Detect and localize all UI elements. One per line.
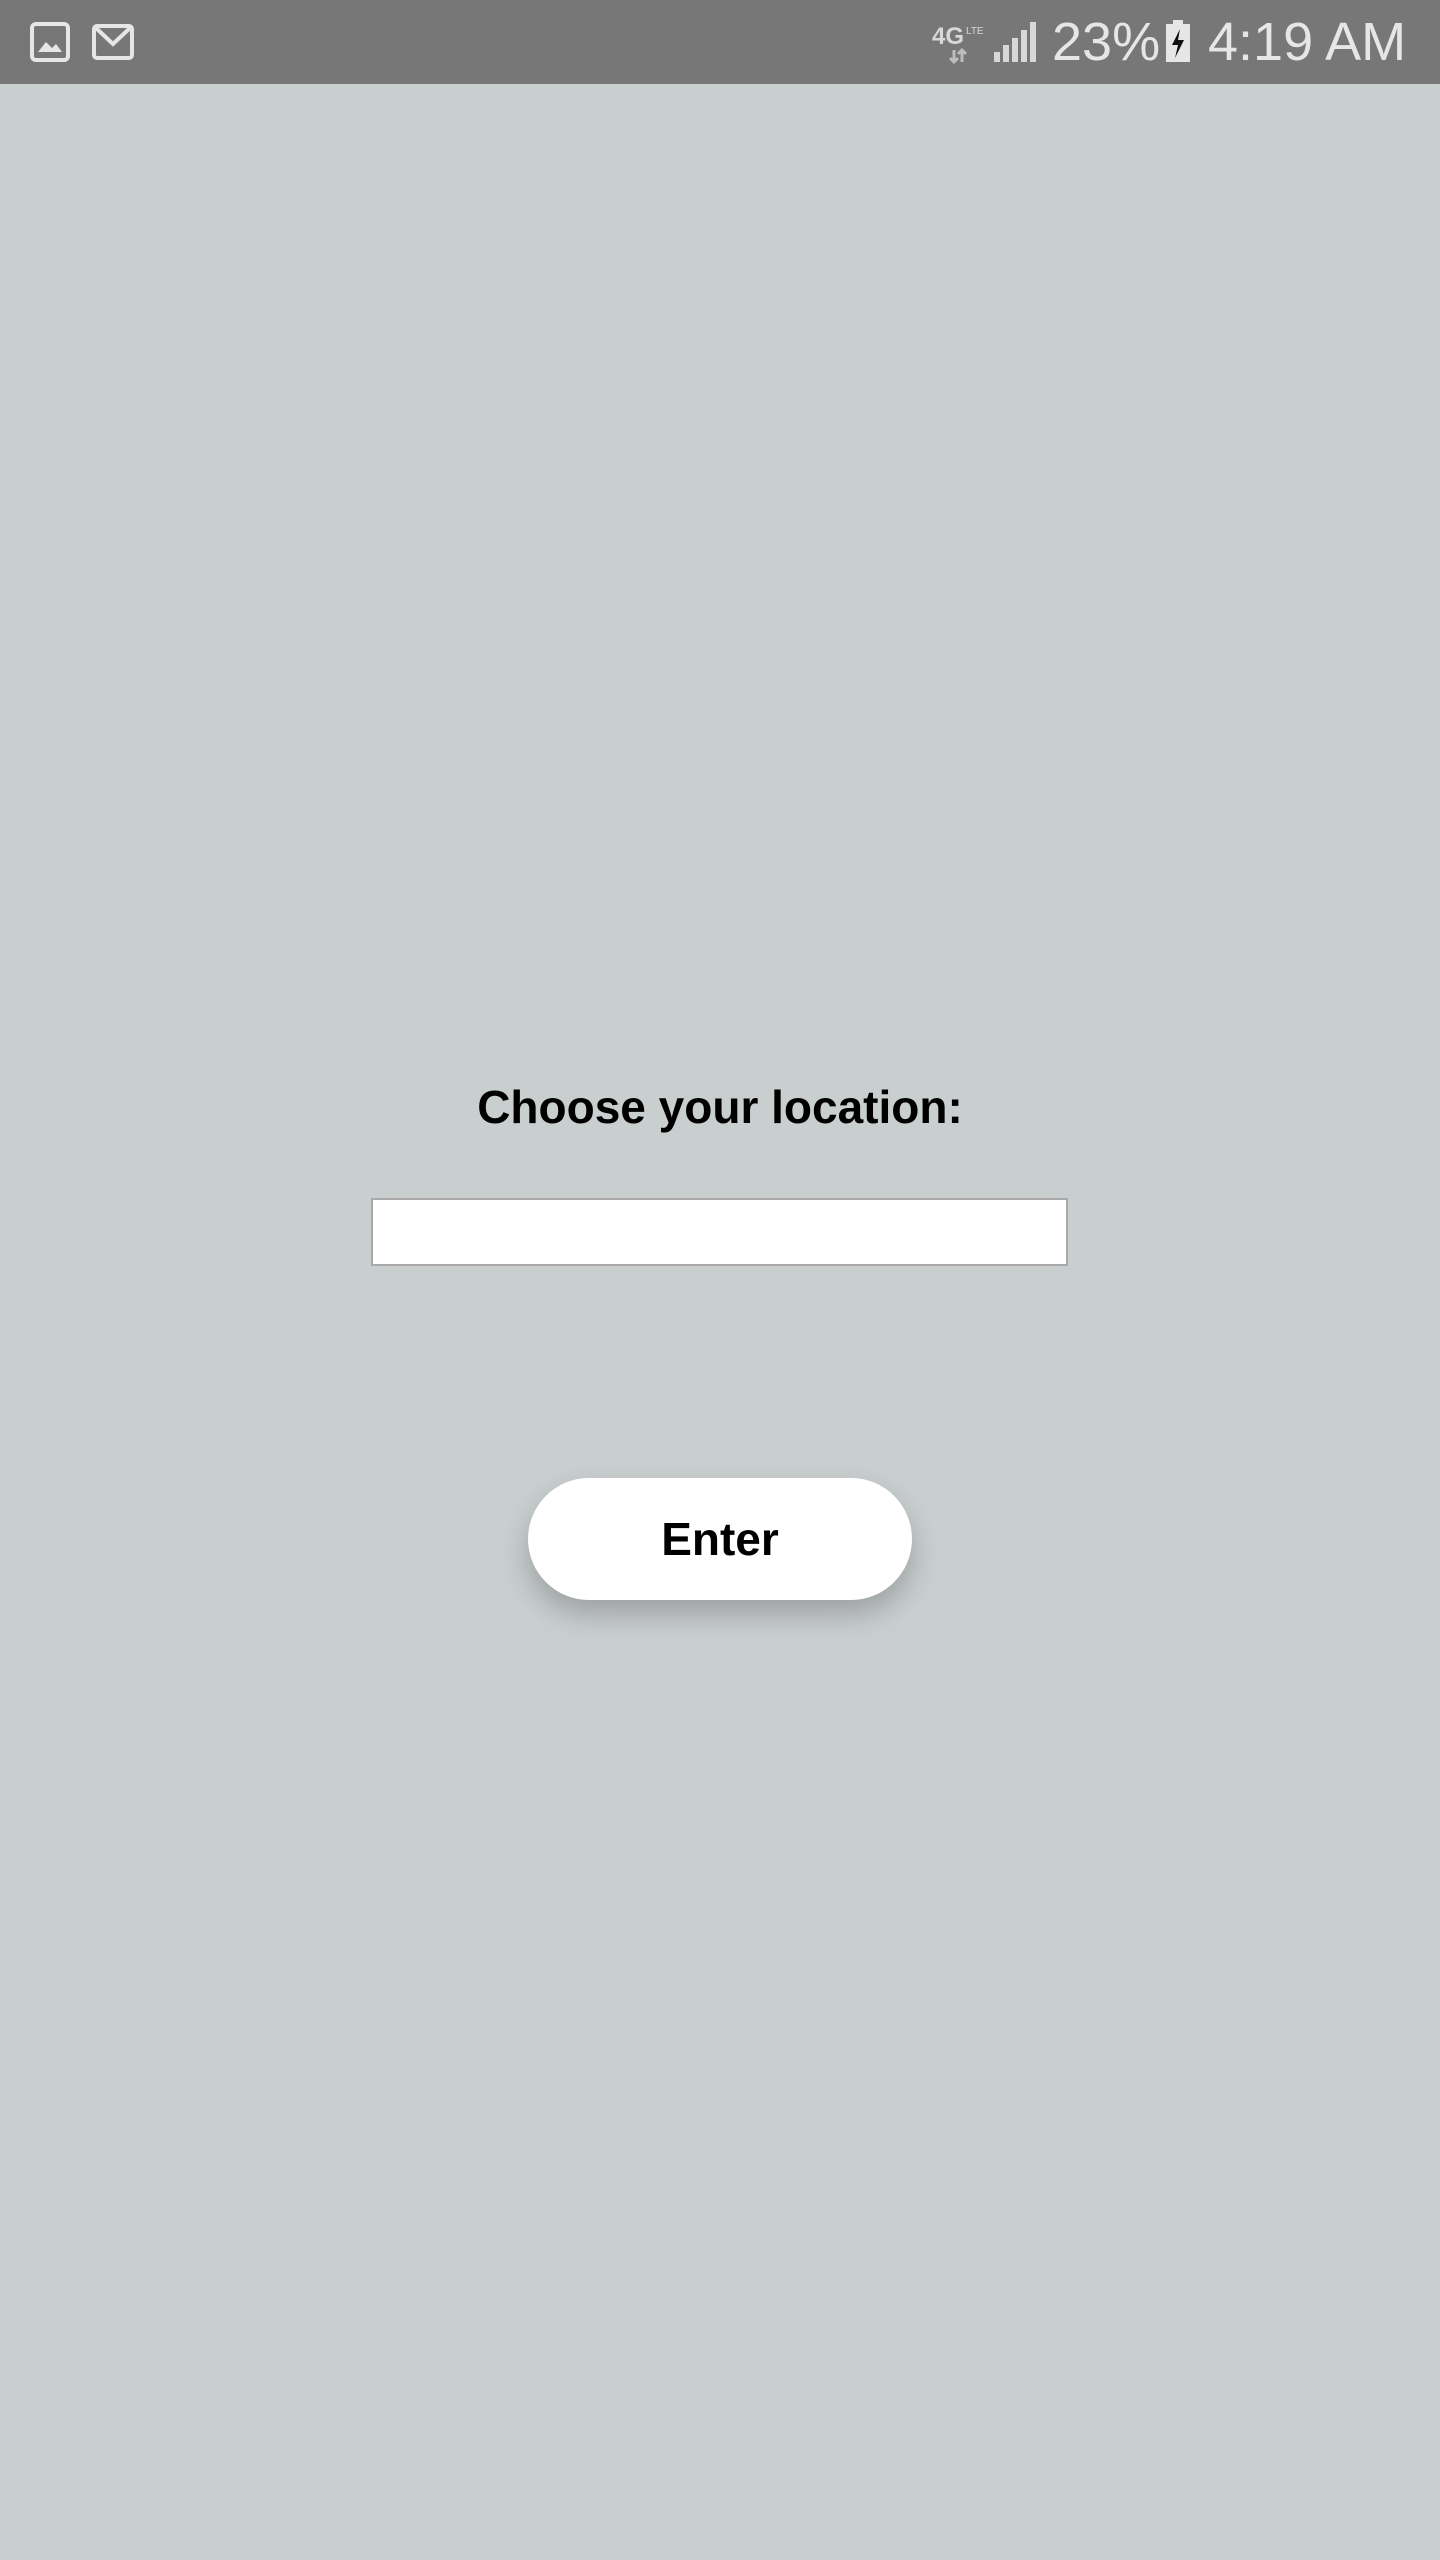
battery-charging-icon [1164, 20, 1192, 64]
gmail-icon [92, 22, 134, 62]
svg-text:LTE: LTE [966, 26, 984, 37]
location-input[interactable] [371, 1198, 1068, 1266]
clock: 4:19 AM [1208, 12, 1407, 72]
battery-percent: 23% [1052, 12, 1161, 72]
gallery-icon [30, 22, 70, 62]
svg-text:4G: 4G [932, 23, 964, 50]
location-prompt: Choose your location: [477, 1081, 963, 1133]
network-4g-icon: 4G LTE [932, 20, 990, 65]
status-bar: 4G LTE 23% 4:19 AM [0, 0, 1440, 84]
signal-strength-icon [992, 20, 1038, 64]
enter-button[interactable]: Enter [528, 1478, 912, 1600]
